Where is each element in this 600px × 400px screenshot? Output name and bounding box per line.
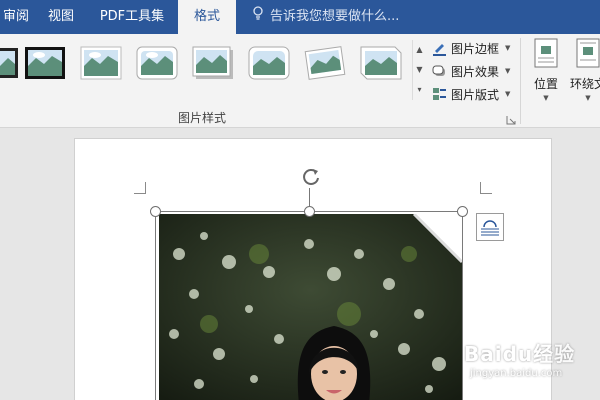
group-separator [520, 38, 521, 124]
tab-review[interactable]: 审阅 [0, 0, 32, 34]
rotate-handle-icon[interactable] [300, 166, 322, 188]
tab-format[interactable]: 格式 [178, 0, 236, 34]
word-window: 审阅 视图 PDF工具集 格式 告诉我您想要做什么... ▲ ▼ ▾ 图片边框 … [0, 0, 600, 400]
tell-me-placeholder: 告诉我您想要做什么... [270, 9, 400, 24]
resize-handle-top-left[interactable] [150, 206, 161, 217]
position-label: 位置 [533, 77, 558, 91]
picture-effects-label: 图片效果 [451, 64, 500, 79]
style-reflected-rounded-rectangle[interactable] [248, 46, 290, 80]
style-drop-shadow-rectangle[interactable] [192, 46, 234, 80]
gallery-up-button[interactable]: ▲ [413, 40, 426, 60]
margin-corner-mark [134, 182, 146, 194]
picture-border-button[interactable]: 图片边框 ▼ [432, 38, 510, 58]
gallery-scroll: ▲ ▼ ▾ [412, 40, 425, 100]
style-simple-frame-white[interactable] [80, 46, 122, 80]
chevron-down-icon: ▼ [505, 67, 511, 75]
style-rotated-white[interactable] [304, 46, 346, 80]
wrap-text-icon [576, 38, 600, 68]
watermark-url: jingyan.baidu.com [470, 368, 563, 379]
lightbulb-icon [252, 0, 264, 34]
selected-picture[interactable] [159, 214, 462, 400]
gallery-down-button[interactable]: ▼ [413, 60, 426, 80]
chevron-down-icon: ▼ [505, 44, 511, 52]
picture-layout-button[interactable]: 图片版式 ▼ [432, 84, 510, 104]
style-snip-diagonal-corner-white[interactable] [360, 46, 402, 80]
layout-icon [432, 87, 447, 102]
ribbon-format: ▲ ▼ ▾ 图片边框 ▼ 图片效果 ▼ 图片版式 ▼ 图片样式 位置 ▼ 环绕文… [0, 34, 600, 128]
picture-layout-label: 图片版式 [451, 87, 500, 102]
tell-me-box[interactable]: 告诉我您想要做什么... [252, 0, 399, 34]
tab-pdf-tools[interactable]: PDF工具集 [92, 0, 172, 34]
watermark-brand: Baidu经验 [464, 342, 576, 366]
ribbon-tab-bar: 审阅 视图 PDF工具集 格式 告诉我您想要做什么... [0, 0, 600, 34]
chevron-down-icon: ▼ [585, 94, 591, 102]
picture-border-label: 图片边框 [451, 41, 500, 56]
position-icon [534, 38, 558, 68]
style-simple-frame-black[interactable] [0, 46, 20, 80]
effects-icon [432, 64, 447, 79]
wrap-text-label: 环绕文 [569, 77, 600, 91]
tab-view[interactable]: 视图 [40, 0, 82, 34]
chevron-down-icon: ▼ [543, 94, 549, 102]
dialog-launcher-icon[interactable] [506, 114, 516, 125]
position-button[interactable]: 位置 ▼ [526, 38, 566, 104]
pen-border-icon [432, 41, 447, 56]
margin-corner-mark [480, 182, 492, 194]
resize-handle-top-right[interactable] [457, 206, 468, 217]
style-beveled-matte-white[interactable] [136, 46, 178, 80]
layout-options-icon [481, 220, 499, 236]
wrap-text-button[interactable]: 环绕文 ▼ [566, 38, 600, 104]
resize-handle-top[interactable] [304, 206, 315, 217]
picture-effects-button[interactable]: 图片效果 ▼ [432, 61, 510, 81]
group-label-picture-styles: 图片样式 [178, 111, 227, 125]
layout-options-button[interactable] [476, 213, 504, 241]
chevron-down-icon: ▼ [505, 90, 511, 98]
style-thick-black-frame[interactable] [24, 46, 66, 80]
gallery-more-button[interactable]: ▾ [413, 80, 426, 100]
baidu-jingyan-watermark: Baidu经验 jingyan.baidu.com [462, 330, 592, 390]
